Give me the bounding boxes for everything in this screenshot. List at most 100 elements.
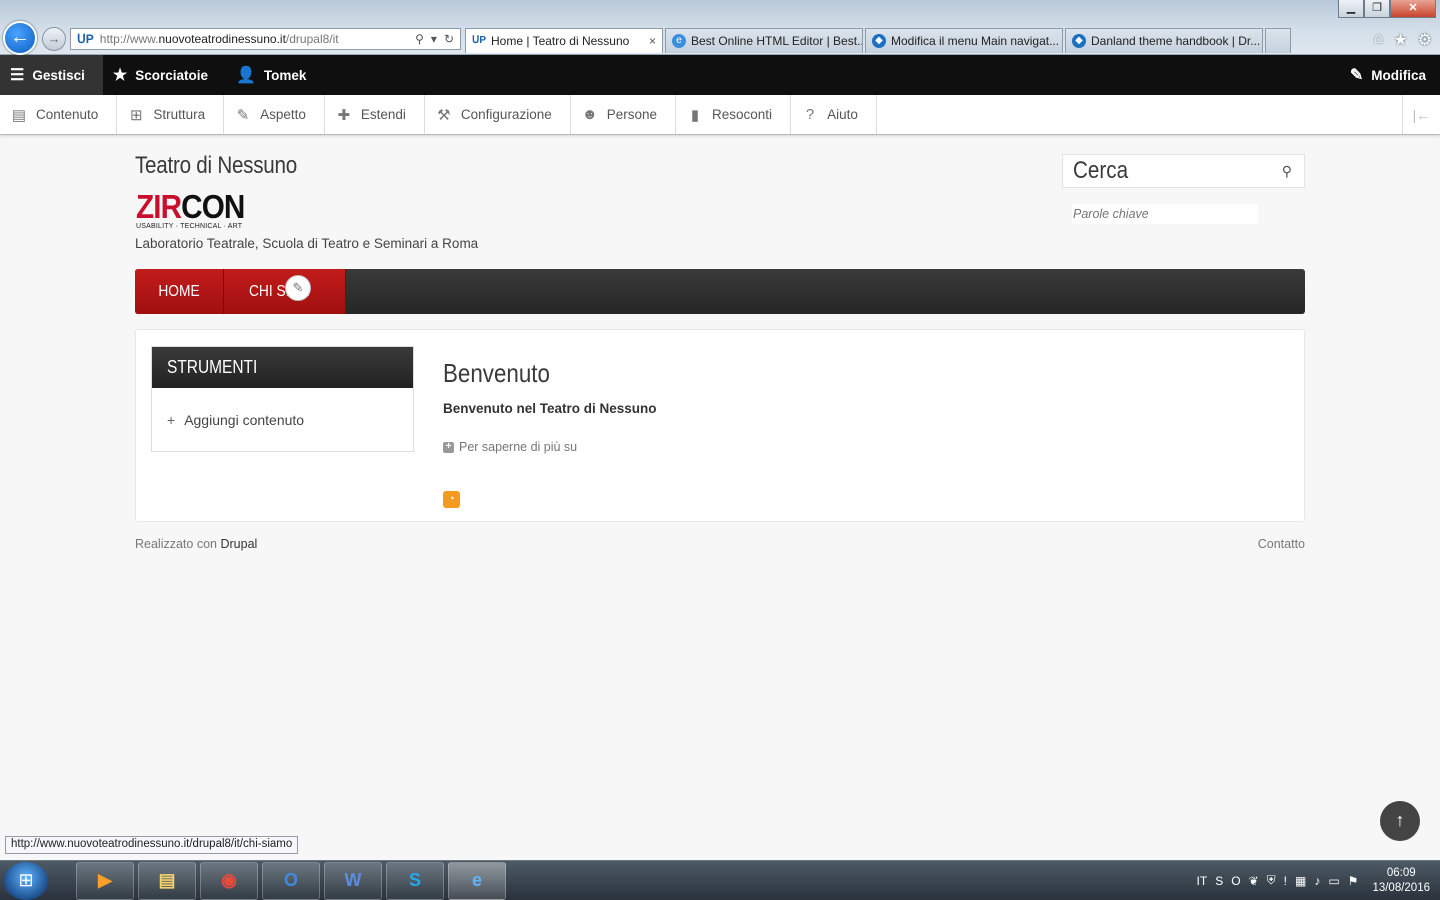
taskbar-word[interactable]: W	[324, 861, 382, 900]
user-icon: 👤	[236, 67, 256, 84]
search-input[interactable]	[1072, 204, 1258, 224]
pencil-icon: ✎	[292, 280, 304, 295]
rss-feed-icon[interactable]: ◔	[443, 491, 460, 508]
taskbar-media-player[interactable]: ▶	[76, 861, 134, 900]
tray-orientation-toggle[interactable]: |←	[1402, 95, 1440, 134]
people-icon: ☻	[581, 106, 598, 123]
tray-item-contenuto[interactable]: ▤ Contenuto	[0, 95, 118, 134]
toolbar-shortcuts[interactable]: ★ Scorciatoie	[103, 55, 226, 95]
taskbar-skype[interactable]: S	[386, 861, 444, 900]
browser-tab-danland[interactable]: ◆ Danland theme handbook | Dr...	[1065, 28, 1263, 53]
taskbar-outlook[interactable]: O	[262, 861, 320, 900]
collapse-left-icon: |←	[1412, 106, 1431, 123]
refresh-icon[interactable]: ↻	[444, 32, 454, 46]
browser-tab-menu-edit[interactable]: ◆ Modifica il menu Main navigat...	[865, 28, 1063, 53]
start-button[interactable]: ⊞	[4, 861, 48, 900]
site-name[interactable]: Teatro di Nessuno	[135, 152, 297, 180]
tray-item-estendi[interactable]: ✚ Estendi	[325, 95, 425, 134]
read-more-link[interactable]: + Per saperne di più su	[443, 440, 657, 454]
search-icon[interactable]: ⚲	[415, 32, 424, 46]
search-icon[interactable]: ⚲	[1282, 163, 1292, 180]
drupal-icon: ◆	[1072, 34, 1086, 48]
admin-toolbar: ☰ Gestisci ★ Scorciatoie 👤 Tomek ✎ Modif…	[0, 55, 1440, 95]
leaf-tray-icon[interactable]: ❦	[1249, 874, 1259, 888]
contextual-edit-button[interactable]: ✎	[285, 275, 311, 301]
new-tab-button[interactable]	[1265, 28, 1291, 53]
tray-item-configurazione[interactable]: ⚒ Configurazione	[425, 95, 571, 134]
drupal-link[interactable]: Drupal	[220, 537, 257, 551]
address-url[interactable]: http://www.nuovoteatrodinessuno.it/drupa…	[100, 32, 339, 46]
back-to-top-button[interactable]: ↑	[1380, 801, 1420, 841]
site-slogan: Laboratorio Teatrale, Scuola di Teatro e…	[135, 236, 479, 251]
toolbar-edit[interactable]: ✎ Modifica	[1340, 55, 1440, 95]
minimize-button[interactable]: ▁	[1338, 0, 1364, 18]
gear-icon[interactable]: ⚙	[1418, 30, 1432, 50]
tray-item-aspetto[interactable]: ✎ Aspetto	[224, 95, 325, 134]
arrow-up-icon: ↑	[1395, 810, 1405, 830]
article-body: Benvenuto nel Teatro di Nessuno	[443, 401, 657, 416]
search-block: Cerca ⚲	[1062, 154, 1305, 224]
article: Benvenuto Benvenuto nel Teatro di Nessun…	[443, 358, 657, 454]
media-player-icon: ▶	[98, 870, 112, 890]
tray-item-persone[interactable]: ☻ Persone	[571, 95, 677, 134]
browser-tab-home[interactable]: ᑌP Home | Teatro di Nessuno ×	[465, 28, 663, 53]
file-icon: ▤	[11, 106, 27, 124]
shield-tray-icon[interactable]: ⛨	[1267, 873, 1276, 888]
menu-icon: ☰	[10, 67, 25, 84]
address-bar[interactable]: ᑌP http://www.nuovoteatrodinessuno.it/dr…	[70, 28, 461, 50]
flag-icon[interactable]: ⚑	[1348, 874, 1359, 888]
sitemap-icon: ⊞	[130, 106, 143, 124]
skype-icon: S	[408, 870, 421, 890]
clock[interactable]: 06:09 13/08/2016	[1372, 866, 1430, 896]
ie-icon: e	[672, 34, 686, 48]
browser-tab-html-editor[interactable]: e Best Online HTML Editor | Best...	[665, 28, 863, 53]
tray-item-struttura[interactable]: ⊞ Struttura	[117, 95, 225, 134]
puzzle-icon: ✚	[337, 106, 351, 124]
chrome-icon: ◉	[221, 870, 237, 890]
wrench-icon: ⚒	[437, 106, 451, 124]
site-logo[interactable]: ZIRCON USABILITY · TECHNICAL · ART	[136, 190, 257, 230]
toolbar-user[interactable]: 👤 Tomek	[226, 55, 324, 95]
plus-icon: +	[167, 412, 176, 428]
article-title[interactable]: Benvenuto	[443, 358, 550, 389]
help-icon: ?	[805, 106, 815, 123]
close-tab-icon[interactable]: ×	[641, 34, 656, 48]
nav-link-home[interactable]: HOME	[135, 269, 224, 314]
browser-tools: ⌂ ★ ⚙	[1374, 30, 1432, 50]
warning-tray-icon[interactable]: !	[1284, 874, 1287, 888]
restore-button[interactable]: ❐	[1364, 0, 1390, 18]
word-icon: W	[344, 870, 362, 890]
toolbar-manage[interactable]: ☰ Gestisci	[0, 55, 103, 95]
tray-item-resoconti[interactable]: ▮ Resoconti	[676, 95, 792, 134]
chevron-down-icon[interactable]: ▾	[431, 32, 437, 46]
drupal-icon: ◆	[872, 34, 886, 48]
taskbar-chrome[interactable]: ◉	[200, 861, 258, 900]
network-tray-icon[interactable]: ▦	[1295, 874, 1306, 888]
home-icon[interactable]: ⌂	[1374, 30, 1384, 50]
forward-button[interactable]: →	[42, 27, 66, 51]
add-content-link[interactable]: + Aggiungi contenuto	[167, 412, 304, 428]
back-button[interactable]: ←	[3, 21, 37, 55]
outlook-tray-icon[interactable]: O	[1231, 874, 1240, 888]
taskbar-internet-explorer[interactable]: e	[448, 861, 506, 900]
main-navigation: HOME CHI SIAM ✎	[135, 269, 1305, 314]
volume-icon[interactable]: ♪	[1314, 874, 1320, 888]
outlook-icon: O	[283, 870, 298, 890]
close-window-button[interactable]: ✕	[1390, 0, 1436, 18]
skype-tray-icon[interactable]: S	[1215, 874, 1223, 888]
taskbar-explorer[interactable]: ▤	[138, 861, 196, 900]
language-indicator[interactable]: IT	[1197, 874, 1208, 888]
bar-chart-icon: ▮	[690, 106, 700, 124]
tray-item-aiuto[interactable]: ? Aiuto	[791, 95, 877, 134]
arrow-right-icon: →	[47, 31, 61, 46]
system-tray: IT S O ❦ ⛨ ! ▦ ♪ ▭ ⚑ 06:09 13/08/2016	[1197, 866, 1440, 896]
browser-tabs: ᑌP Home | Teatro di Nessuno × e Best Onl…	[465, 28, 1293, 53]
folder-icon: ▤	[158, 870, 176, 890]
display-tray-icon[interactable]: ▭	[1328, 874, 1339, 888]
star-icon[interactable]: ★	[1393, 30, 1407, 50]
ie-icon: e	[471, 870, 482, 890]
tools-block-title: STRUMENTI	[152, 347, 413, 388]
windows-logo-icon: ⊞	[18, 870, 34, 890]
contact-link[interactable]: Contatto	[1258, 537, 1305, 551]
windows-taskbar: ⊞ ▶ ▤ ◉ O W S e IT S O ❦ ⛨ ! ▦ ♪ ▭ ⚑ 06:…	[0, 860, 1440, 900]
